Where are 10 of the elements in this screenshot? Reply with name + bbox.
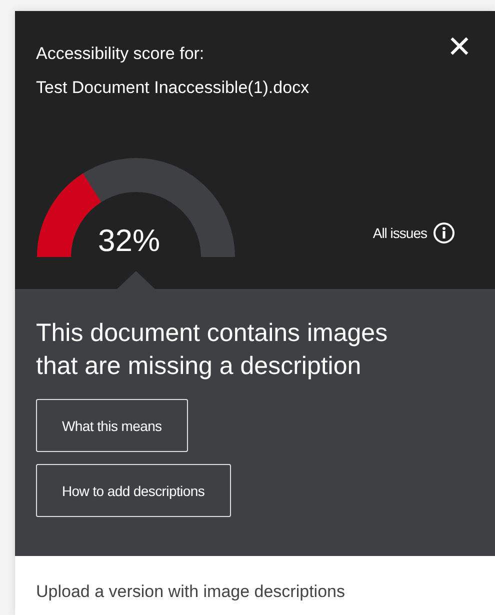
info-icon [433,222,455,244]
upload-hint: Upload a version with image descriptions [36,582,346,602]
close-button[interactable]: ✕ [446,33,472,63]
outline-button[interactable]: What this means [36,399,188,452]
outline-button[interactable]: How to add descriptions [36,464,231,517]
all-issues-button[interactable]: All issues [372,222,455,244]
issue-heading: This document contains images that are missing a description [36,318,389,382]
score-percentage: 32% [98,223,160,259]
panel-title: Accessibility score for: [36,44,204,64]
document-name: Test Document Inaccessible(1).docx [36,78,310,98]
